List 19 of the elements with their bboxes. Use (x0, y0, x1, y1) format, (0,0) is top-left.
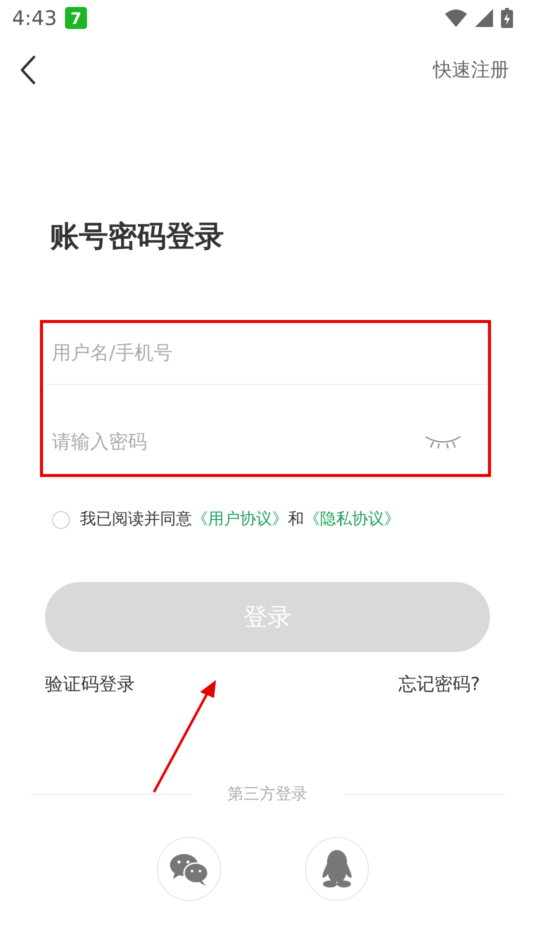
sms-login-link[interactable]: 验证码登录 (45, 672, 135, 696)
chat-bubbles-icon (168, 852, 208, 886)
closed-eye-icon[interactable] (425, 434, 461, 448)
register-link[interactable]: 快速注册 (433, 57, 509, 83)
agreement-link[interactable]: 《隐私协议》 (304, 509, 400, 530)
app-notification-icon: 7 (64, 7, 87, 29)
agreement-checkbox[interactable] (52, 510, 70, 528)
status-time: 4:43 (12, 6, 57, 30)
page-title: 账号密码登录 (50, 218, 225, 255)
username-field[interactable]: 用户名/手机号 (50, 341, 485, 365)
third-party-label: 第三方登录 (228, 784, 308, 805)
agreement-text: 我已阅读并同意 (80, 509, 192, 530)
signal-icon (475, 9, 493, 27)
password-field[interactable]: 请输入密码 (50, 430, 425, 454)
battery-icon (501, 8, 513, 28)
wifi-icon (445, 9, 467, 27)
forgot-password-link[interactable]: 忘记密码? (398, 672, 480, 696)
agreement-text: 和 (288, 509, 304, 530)
agreement-link[interactable]: 《用户协议》 (192, 509, 288, 530)
